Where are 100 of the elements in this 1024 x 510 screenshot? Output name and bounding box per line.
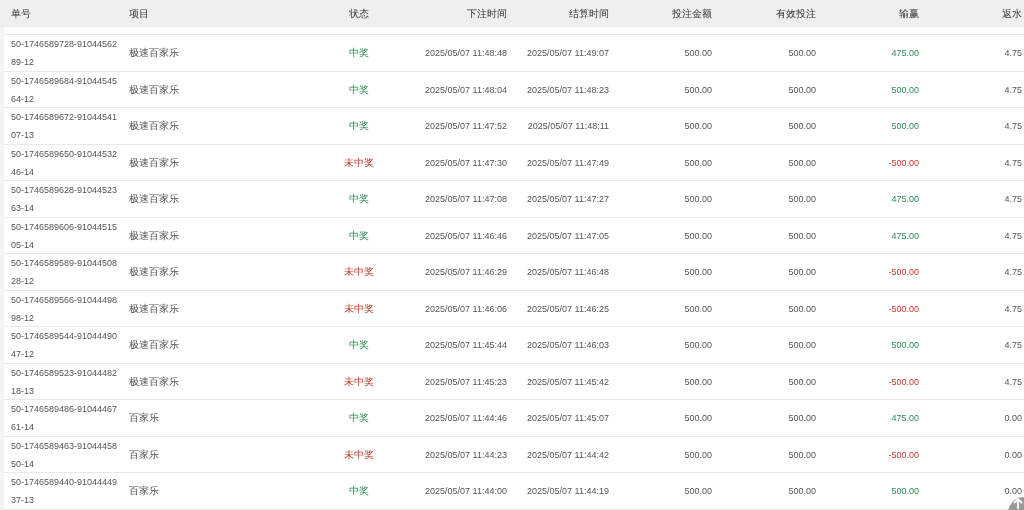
amount-cell: 500.00	[684, 267, 712, 277]
time-cell: 2025/05/07 11:48:23	[527, 84, 609, 95]
game-name: 极速百家乐	[129, 301, 179, 316]
amount-cell: 500.00	[788, 230, 816, 241]
time-cell: 2025/05/07 11:46:06	[425, 303, 507, 314]
order-number: 50-1746589566-9104449898-12	[11, 293, 119, 325]
time-cell: 2025/05/07 11:48:48	[425, 48, 507, 58]
profit-cell: -500.00	[888, 267, 919, 277]
time-cell: 2025/05/07 11:45:42	[527, 376, 609, 387]
column-header: 项目	[129, 6, 149, 21]
order-number: 50-1746589463-9104445850-14	[11, 439, 119, 471]
rebate-cell: 4.75	[1004, 267, 1022, 277]
time-cell: 2025/05/07 11:47:49	[527, 157, 609, 168]
profit-cell: 500.00	[891, 121, 919, 131]
column-header: 有效投注	[776, 6, 816, 21]
amount-cell: 500.00	[684, 303, 712, 314]
time-cell: 2025/05/07 11:46:25	[527, 303, 609, 314]
game-name: 百家乐	[129, 447, 159, 462]
column-header: 状态	[349, 6, 369, 21]
game-name: 极速百家乐	[129, 46, 179, 60]
time-cell: 2025/05/07 11:44:46	[425, 413, 507, 423]
amount-cell: 500.00	[684, 486, 712, 496]
profit-cell: 475.00	[891, 230, 919, 241]
game-name: 极速百家乐	[129, 338, 179, 352]
order-number: 50-1746589486-9104446761-14	[11, 403, 119, 434]
rebate-cell: 4.75	[1004, 340, 1022, 350]
time-cell: 2025/05/07 11:46:48	[527, 267, 609, 277]
time-cell: 2025/05/07 11:47:30	[425, 157, 507, 168]
status-text: 中奖	[349, 338, 369, 352]
time-cell: 2025/05/07 11:46:46	[425, 230, 507, 241]
rebate-cell: 4.75	[1004, 121, 1022, 131]
profit-cell: 475.00	[891, 194, 919, 204]
profit-cell: 500.00	[891, 340, 919, 350]
status-text: 未中奖	[344, 447, 374, 462]
status-text: 中奖	[349, 82, 369, 97]
amount-cell: 500.00	[788, 157, 816, 168]
time-cell: 2025/05/07 11:44:19	[527, 486, 609, 496]
rebate-cell: 4.75	[1004, 157, 1022, 168]
order-number: 50-1746589544-9104449047-12	[11, 330, 119, 361]
rebate-cell: 0.00	[1004, 486, 1022, 496]
amount-cell: 500.00	[684, 376, 712, 387]
order-number: 50-1746589589-9104450828-12	[11, 257, 119, 288]
game-name: 百家乐	[129, 484, 159, 498]
column-header: 投注金额	[672, 6, 712, 21]
time-cell: 2025/05/07 11:45:07	[527, 413, 609, 423]
time-cell: 2025/05/07 11:44:00	[425, 486, 507, 496]
status-text: 未中奖	[344, 374, 374, 389]
time-cell: 2025/05/07 11:48:04	[425, 84, 507, 95]
time-cell: 2025/05/07 11:47:52	[425, 121, 507, 131]
order-number: 50-1746589628-9104452363-14	[11, 184, 119, 215]
amount-cell: 500.00	[788, 84, 816, 95]
order-number: 50-1746589606-9104451505-14	[11, 220, 119, 252]
game-name: 极速百家乐	[129, 192, 179, 206]
amount-cell: 500.00	[788, 486, 816, 496]
amount-cell: 500.00	[788, 303, 816, 314]
column-header: 结算时间	[569, 6, 609, 21]
time-cell: 2025/05/07 11:44:23	[425, 449, 507, 460]
amount-cell: 500.00	[788, 267, 816, 277]
game-name: 极速百家乐	[129, 228, 179, 243]
amount-cell: 500.00	[788, 121, 816, 131]
rebate-cell: 4.75	[1004, 48, 1022, 58]
game-name: 极速百家乐	[129, 374, 179, 389]
time-cell: 2025/05/07 11:47:08	[425, 194, 507, 204]
amount-cell: 500.00	[788, 194, 816, 204]
time-cell: 2025/05/07 11:47:27	[527, 194, 609, 204]
profit-cell: -500.00	[888, 303, 919, 314]
status-text: 中奖	[349, 411, 369, 425]
order-number: 50-1746589684-9104454564-12	[11, 74, 119, 106]
time-cell: 2025/05/07 11:46:29	[425, 267, 507, 277]
amount-cell: 500.00	[788, 413, 816, 423]
order-number: 50-1746589672-9104454107-13	[11, 111, 119, 142]
status-text: 未中奖	[344, 265, 374, 279]
profit-cell: 475.00	[891, 48, 919, 58]
rebate-cell: 4.75	[1004, 303, 1022, 314]
column-header: 输赢	[899, 6, 919, 21]
column-header: 返水	[1002, 6, 1022, 21]
amount-cell: 500.00	[684, 449, 712, 460]
amount-cell: 500.00	[684, 340, 712, 350]
amount-cell: 500.00	[684, 230, 712, 241]
amount-cell: 500.00	[684, 194, 712, 204]
amount-cell: 500.00	[788, 376, 816, 387]
game-name: 百家乐	[129, 411, 159, 425]
time-cell: 2025/05/07 11:46:03	[527, 340, 609, 350]
rebate-cell: 4.75	[1004, 84, 1022, 95]
amount-cell: 500.00	[684, 121, 712, 131]
order-number: 50-1746589440-9104444937-13	[11, 476, 119, 507]
game-name: 极速百家乐	[129, 82, 179, 97]
game-name: 极速百家乐	[129, 155, 179, 170]
column-header: 下注时间	[467, 6, 507, 21]
amount-cell: 500.00	[788, 48, 816, 58]
rebate-cell: 0.00	[1004, 449, 1022, 460]
game-name: 极速百家乐	[129, 119, 179, 133]
order-number: 50-1746589650-9104453246-14	[11, 147, 119, 179]
game-name: 极速百家乐	[129, 265, 179, 279]
time-cell: 2025/05/07 11:47:05	[527, 230, 609, 241]
amount-cell: 500.00	[684, 84, 712, 95]
profit-cell: -500.00	[888, 376, 919, 387]
amount-cell: 500.00	[788, 340, 816, 350]
order-number: 50-1746589728-9104456289-12	[11, 38, 119, 69]
status-text: 未中奖	[344, 301, 374, 316]
